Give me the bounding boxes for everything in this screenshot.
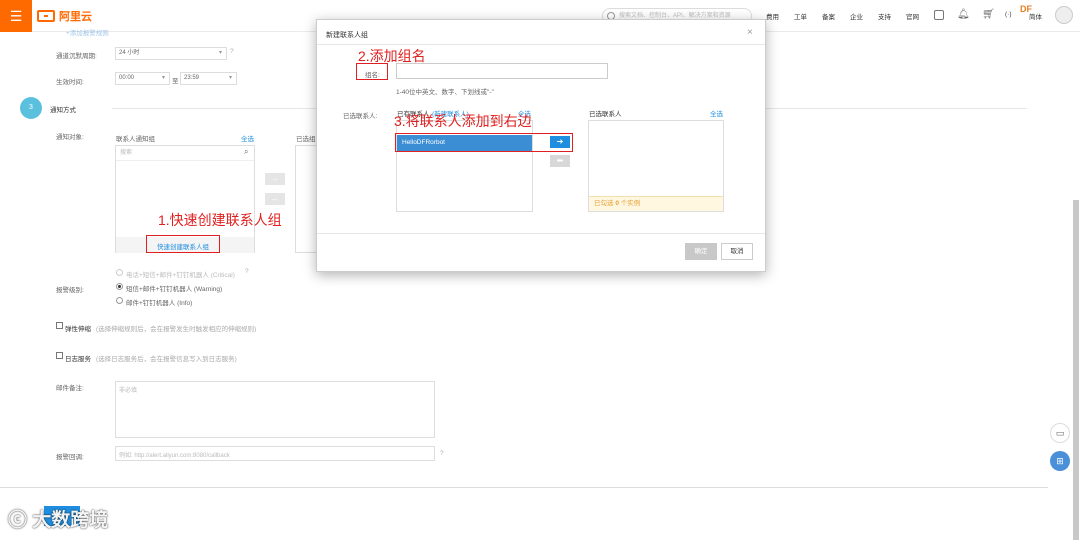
dialog-footer-divider — [317, 233, 765, 234]
avatar[interactable] — [1055, 6, 1073, 24]
faded-link[interactable]: +添加报警规则 — [66, 27, 109, 37]
log-service-desc: (选择日志服务后，会在报警信息写入到日志服务) — [96, 356, 237, 363]
page-scrollbar[interactable] — [1073, 200, 1079, 540]
footer-divider — [0, 487, 1048, 488]
nav-official-site[interactable]: 官网 — [906, 11, 919, 21]
selected-count: 0 — [615, 200, 619, 207]
aliyun-logo[interactable]: 阿里云 — [37, 8, 92, 24]
help-icon[interactable]: ? — [245, 268, 249, 275]
contacts-label: 已选联系人: — [343, 113, 378, 120]
remove-contact-arrow-button[interactable]: ⬅ — [550, 155, 570, 167]
select-all-groups[interactable]: 全选 — [241, 133, 254, 143]
nav-icp[interactable]: 备案 — [822, 11, 835, 21]
silence-select[interactable]: 24 小时 — [115, 47, 227, 60]
annotation-step2: 2.添加组名 — [358, 48, 426, 64]
selected-group-panel — [295, 145, 317, 253]
silence-label: 通道沉默周期: — [56, 53, 97, 60]
log-service-label: 日志服务 — [65, 356, 91, 363]
nav-enterprise[interactable]: 企业 — [850, 11, 863, 21]
nav-support[interactable]: 支持 — [878, 11, 891, 21]
time-end-select[interactable]: 23:59 — [180, 72, 237, 85]
logo-text: 阿里云 — [59, 11, 92, 23]
alarm-level-label: 报警级别: — [56, 287, 84, 294]
elastic-scaling-desc: (选择伸缩规则后，会在报警发生时触发相应的伸缩规则) — [96, 326, 257, 333]
dialog-header-divider — [317, 44, 765, 45]
help-icon[interactable]: ? — [230, 48, 234, 55]
user-label[interactable]: 简体 — [1029, 11, 1042, 21]
level-info-label: 邮件+钉钉机器人 (Info) — [126, 300, 193, 307]
apps-grid-icon[interactable]: ⊞ — [1050, 451, 1070, 471]
level-critical-radio[interactable] — [116, 269, 123, 276]
mail-note-label: 邮件备注: — [56, 385, 84, 392]
time-to-label: 至 — [172, 78, 179, 85]
annotation-box-3 — [395, 133, 573, 152]
elastic-scaling-checkbox[interactable] — [56, 322, 63, 329]
watermark-logo-icon: ⓒ — [8, 510, 33, 531]
annotation-step1: 1.快速创建联系人组 — [158, 212, 282, 228]
annotation-box-1 — [146, 235, 220, 253]
level-info-radio[interactable] — [116, 297, 123, 304]
close-icon[interactable]: × — [747, 27, 753, 38]
section-title: 通知方式 — [50, 107, 76, 114]
nav-tickets[interactable]: 工单 — [794, 11, 807, 21]
group-name-input[interactable] — [396, 63, 608, 79]
select-all-selected[interactable]: 全选 — [710, 108, 723, 118]
selected-contacts-head: 已选联系人 — [589, 111, 622, 118]
level-warning-label: 短信+邮件+钉钉机器人 (Warning) — [126, 286, 223, 293]
group-search-input[interactable]: 搜索 — [116, 146, 254, 161]
feedback-icon[interactable]: ▭ — [1050, 423, 1070, 443]
selected-count-suffix: 个实例 — [620, 200, 641, 207]
callback-url-input[interactable]: 例如: http://alert.aliyun.com:8080/callbac… — [115, 446, 435, 461]
dialog-title: 新建联系人组 — [326, 32, 368, 39]
level-critical-label: 电话+短信+邮件+钉钉机器人 (Critical) — [126, 272, 235, 279]
annotation-step3: 3.将联系人添加到右边 — [394, 113, 532, 129]
cancel-button[interactable]: 取消 — [721, 243, 753, 260]
callback-label: 报警回调: — [56, 454, 84, 461]
elastic-scaling-label: 弹性伸缩 — [65, 326, 91, 333]
time-start-select[interactable]: 00:00 — [115, 72, 170, 85]
remove-group-arrow-button[interactable]: ← — [265, 193, 285, 205]
effective-time-label: 生效时间: — [56, 79, 84, 86]
ok-button[interactable]: 确定 — [685, 243, 717, 260]
watermark: ⓒ 大数跨境 — [8, 505, 108, 532]
selected-count-bar: 已勾选 0 个实例 — [589, 196, 723, 211]
group-name-hint: 1-40位中英文、数字、下划线或"-" — [396, 89, 494, 96]
lang-icon[interactable]: (·) — [1005, 11, 1012, 18]
selected-count-prefix: 已勾选 — [594, 200, 614, 207]
watermark-text: 大数跨境 — [32, 510, 109, 531]
selected-group-head: 已选组 — [296, 136, 316, 143]
aliyun-logo-icon — [37, 10, 55, 22]
search-icon: ⌕ — [244, 147, 249, 156]
nav-fees[interactable]: 费用 — [766, 11, 779, 21]
image-icon[interactable] — [934, 10, 944, 20]
contact-group-head: 联系人通知组 — [116, 136, 155, 143]
help-icon[interactable]: ? — [440, 450, 444, 457]
cart-icon[interactable]: 🛒︎ — [982, 9, 995, 20]
level-warning-radio[interactable] — [116, 283, 123, 290]
notify-label: 通知对象: — [56, 134, 84, 141]
add-group-arrow-button[interactable]: → — [265, 173, 285, 185]
log-service-checkbox[interactable] — [56, 352, 63, 359]
bell-icon[interactable]: 🔔︎ — [957, 9, 970, 20]
step-number-badge: 3 — [20, 97, 42, 119]
mail-note-textarea[interactable]: 非必填 — [115, 381, 435, 438]
add-contact-arrow-button[interactable]: ➔ — [550, 136, 570, 148]
menu-button[interactable]: ☰ — [0, 0, 32, 32]
